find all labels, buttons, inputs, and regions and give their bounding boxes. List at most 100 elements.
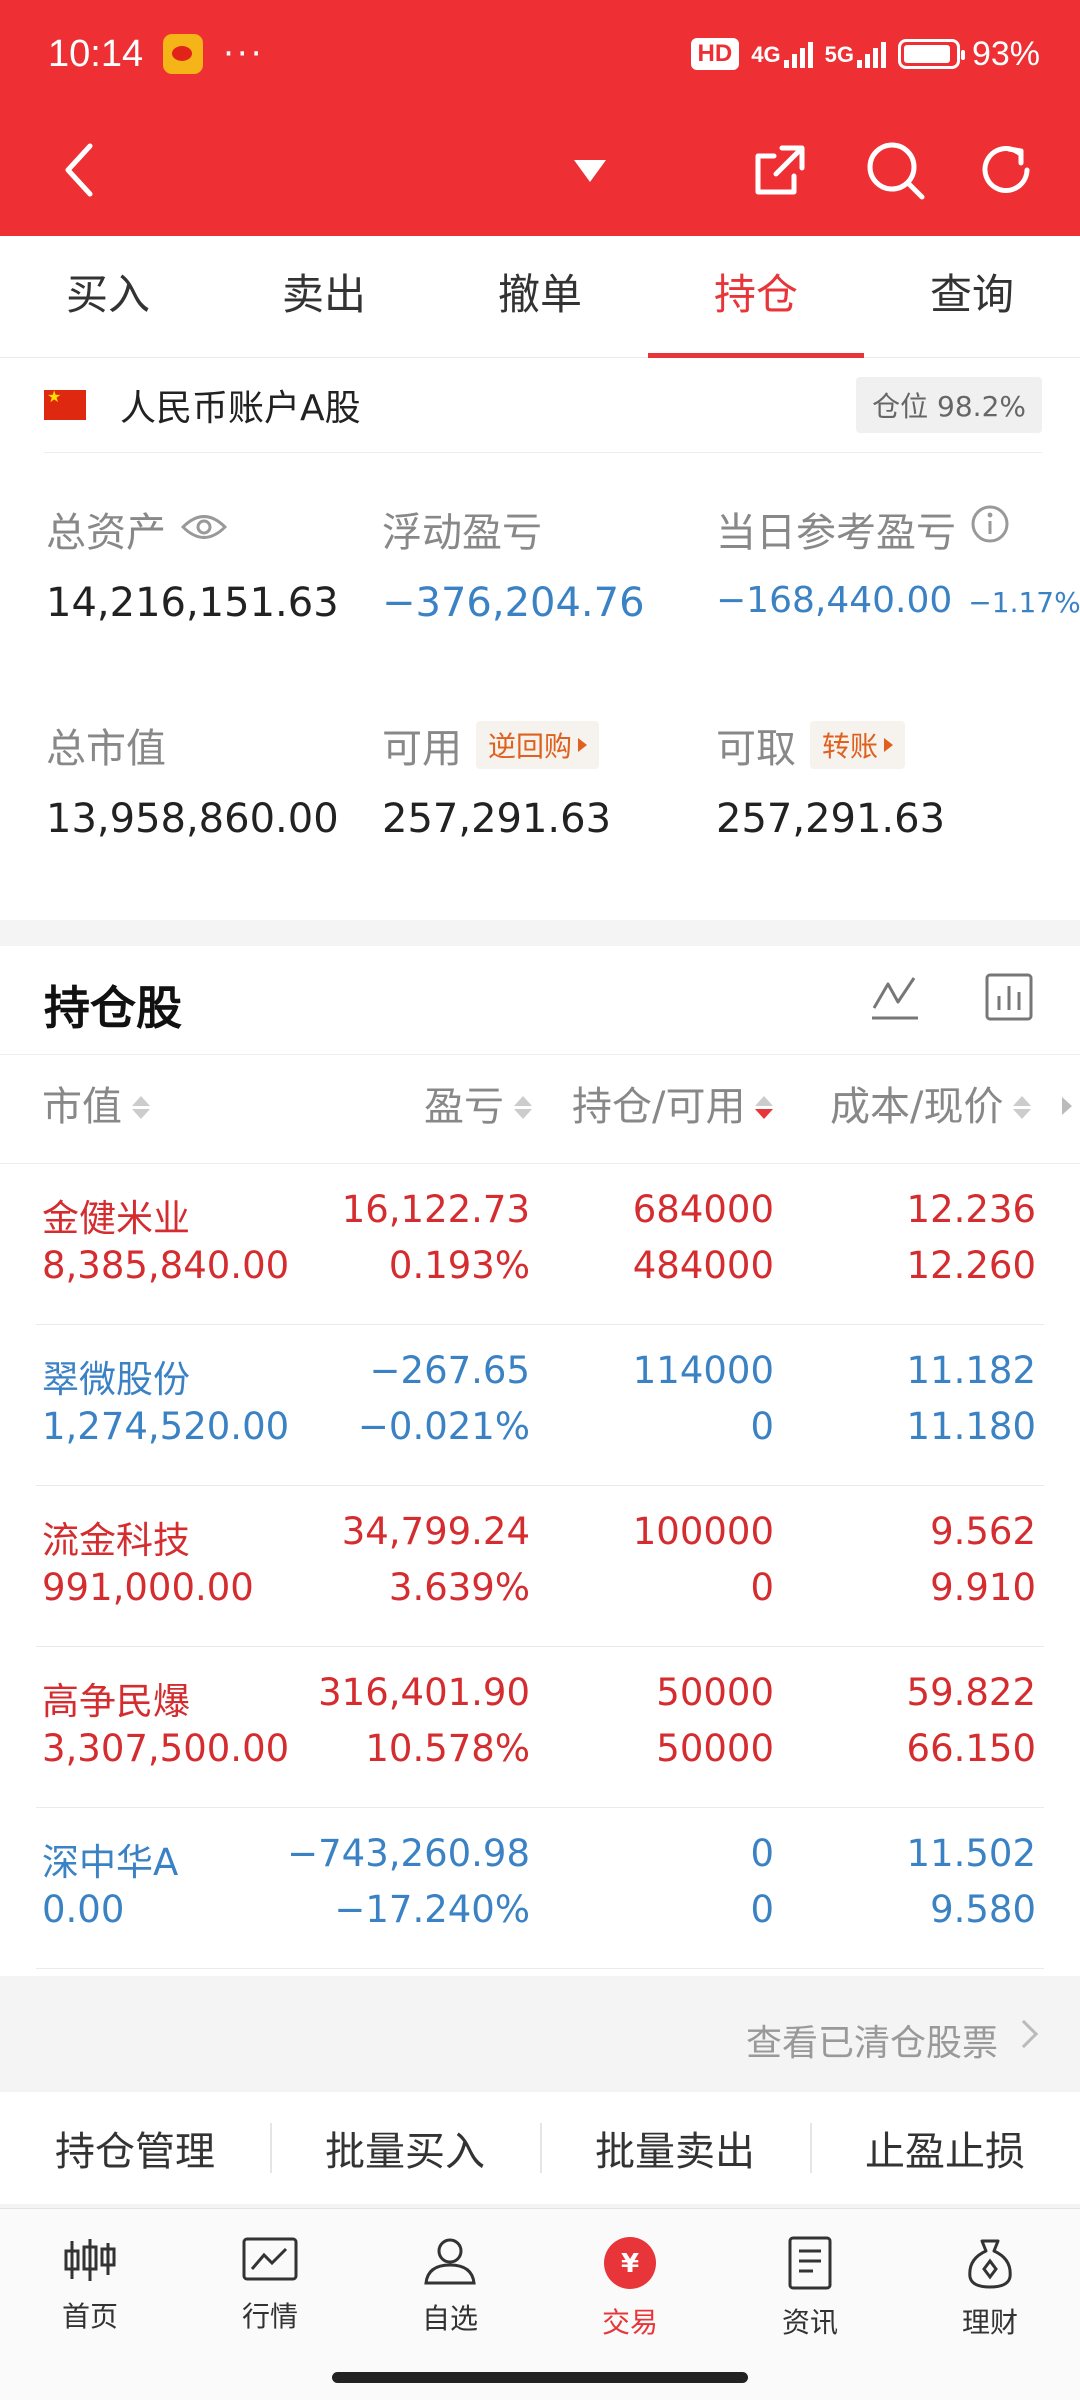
account-dropdown-icon[interactable] [548, 120, 632, 220]
tab-sell[interactable]: 卖出 [216, 236, 432, 357]
stock-cost-price: 11.502 [906, 1832, 1036, 1875]
stock-profit-loss-percent: 3.639% [388, 1566, 530, 1609]
sort-quantity[interactable]: 持仓/可用 [572, 1055, 774, 1159]
stock-quantity: 0 [750, 1832, 774, 1875]
stock-name: 高争民爆 [42, 1680, 190, 1723]
china-flag-icon [44, 387, 86, 420]
position-ratio-badge: 仓位 98.2% [856, 377, 1042, 433]
tab-buy[interactable]: 买入 [0, 236, 216, 357]
sort-cost-price[interactable]: 成本/现价 [830, 1055, 1032, 1159]
available-label: 可用 [382, 726, 462, 772]
stock-current-price: 12.260 [906, 1244, 1036, 1287]
floating-pl: 浮动盈亏 −376,204.76 [382, 500, 645, 626]
line-chart-icon[interactable] [868, 970, 922, 1028]
total-assets: 总资产 14,216,151.63 [46, 500, 339, 626]
signal-4g-icon: 4G [751, 40, 813, 68]
holdings-section: 持仓股 市值 盈亏 持仓/可用 成本/现价 金健米业 8,385,840.00 16… [0, 946, 1080, 1976]
document-icon [788, 2236, 832, 2290]
transfer-button[interactable]: 转账 [810, 721, 906, 769]
stock-name: 流金科技 [42, 1519, 190, 1562]
reverse-repo-button[interactable]: 逆回购 [476, 721, 600, 769]
stock-available-quantity: 484000 [632, 1244, 774, 1287]
table-row[interactable]: 高争民爆 3,307,500.00 316,401.90 10.578% 50000 50… [0, 1647, 1080, 1808]
candlestick-icon [64, 2239, 116, 2281]
nav-market[interactable]: 行情 [180, 2209, 360, 2400]
chevron-right-icon [1009, 2019, 1039, 2049]
stock-market-value: 8,385,840.00 [42, 1244, 290, 1287]
batch-buy-button[interactable]: 批量买入 [270, 2119, 540, 2177]
stock-available-quantity: 50000 [656, 1727, 774, 1770]
market-value-value: 13,958,860.00 [46, 796, 339, 842]
table-row[interactable]: 翠微股份 1,274,520.00 −267.65 −0.021% 114000 0 11.… [0, 1325, 1080, 1486]
holdings-table-header: 市值 盈亏 持仓/可用 成本/现价 [0, 1054, 1080, 1164]
stock-quantity: 114000 [632, 1349, 774, 1392]
nav-wealth[interactable]: 理财 [900, 2209, 1080, 2400]
refresh-icon[interactable] [966, 120, 1046, 220]
table-row[interactable]: 金健米业 8,385,840.00 16,122.73 0.193% 684000 484… [0, 1164, 1080, 1325]
manage-holdings-button[interactable]: 持仓管理 [0, 2119, 270, 2177]
svg-text:¥: ¥ [621, 2249, 639, 2279]
stock-market-value: 991,000.00 [42, 1566, 254, 1609]
info-icon[interactable] [970, 504, 1010, 554]
tab-cancel-order[interactable]: 撤单 [432, 236, 648, 357]
stock-cost-price: 9.562 [930, 1510, 1036, 1553]
sort-market-value[interactable]: 市值 [42, 1055, 150, 1159]
tab-query[interactable]: 查询 [864, 236, 1080, 357]
sort-profit-loss[interactable]: 盈亏 [424, 1055, 532, 1159]
table-row[interactable]: 流金科技 991,000.00 34,799.24 3.639% 100000 0 9.56… [0, 1486, 1080, 1647]
stock-quantity: 50000 [656, 1671, 774, 1714]
stock-profit-loss: −743,260.98 [287, 1832, 530, 1875]
clock: 10:14 [48, 32, 144, 75]
account-name: 人民币账户A股 [120, 388, 361, 429]
stock-profit-loss-percent: 10.578% [365, 1727, 530, 1770]
weibo-icon [163, 34, 204, 74]
floating-pl-label: 浮动盈亏 [382, 510, 542, 556]
stock-current-price: 11.180 [906, 1405, 1036, 1448]
bar-chart-icon[interactable] [982, 970, 1036, 1028]
available-value: 257,291.63 [382, 796, 612, 842]
battery-percent: 93% [971, 34, 1040, 73]
account-summary: 人民币账户A股 仓位 98.2% 总资产 14,216,151.63 浮动盈亏 … [0, 358, 1080, 920]
stock-profit-loss: 316,401.90 [318, 1671, 530, 1714]
stock-available-quantity: 0 [750, 1566, 774, 1609]
status-bar: 10:14 ··· HD 4G 5G 93% [48, 24, 1040, 84]
hd-voice-icon: HD [690, 38, 740, 70]
yuan-icon: ¥ [604, 2237, 656, 2289]
holdings-actions: 持仓管理 批量买入 批量卖出 止盈止损 [0, 2092, 1080, 2204]
home-indicator[interactable] [332, 2372, 748, 2383]
table-row[interactable]: 深中华A 0.00 −743,260.98 −17.240% 0 0 11.502 9.580 [0, 1808, 1080, 1969]
stock-quantity: 684000 [632, 1188, 774, 1231]
available-funds: 可用 逆回购 257,291.63 [382, 716, 611, 842]
money-bag-icon [968, 2239, 1012, 2289]
stock-market-value: 1,274,520.00 [42, 1405, 290, 1448]
eye-icon[interactable] [180, 506, 228, 552]
top-bar: 10:14 ··· HD 4G 5G 93% [0, 0, 1080, 236]
share-icon[interactable] [740, 120, 820, 220]
stock-current-price: 9.910 [930, 1566, 1036, 1609]
stock-profit-loss: −267.65 [369, 1349, 530, 1392]
account-header[interactable]: 人民币账户A股 仓位 98.2% [44, 358, 1042, 453]
withdrawable-label: 可取 [716, 726, 796, 772]
stock-cost-price: 59.822 [906, 1671, 1036, 1714]
user-icon [424, 2238, 476, 2285]
battery-icon [897, 39, 965, 69]
total-assets-label: 总资产 [46, 510, 166, 556]
stock-market-value: 0.00 [42, 1888, 125, 1931]
stock-profit-loss-percent: −17.240% [334, 1888, 530, 1931]
take-profit-stop-loss-button[interactable]: 止盈止损 [810, 2119, 1080, 2177]
nav-news[interactable]: 资讯 [720, 2209, 900, 2400]
stock-available-quantity: 0 [750, 1888, 774, 1931]
stock-cost-price: 11.182 [906, 1349, 1036, 1392]
more-columns-icon[interactable] [1062, 1097, 1072, 1115]
stock-profit-loss: 16,122.73 [341, 1188, 530, 1231]
cleared-stocks-link[interactable]: 查看已清仓股票 [0, 1982, 1080, 2092]
holdings-title: 持仓股 [44, 981, 182, 1035]
stock-current-price: 9.580 [930, 1888, 1036, 1931]
tab-holdings[interactable]: 持仓 [648, 236, 864, 358]
search-icon[interactable] [855, 120, 935, 220]
nav-home[interactable]: 首页 [0, 2209, 180, 2400]
stock-quantity: 100000 [632, 1510, 774, 1553]
batch-sell-button[interactable]: 批量卖出 [540, 2119, 810, 2177]
stock-profit-loss-percent: −0.021% [357, 1405, 530, 1448]
back-icon[interactable] [40, 120, 120, 220]
